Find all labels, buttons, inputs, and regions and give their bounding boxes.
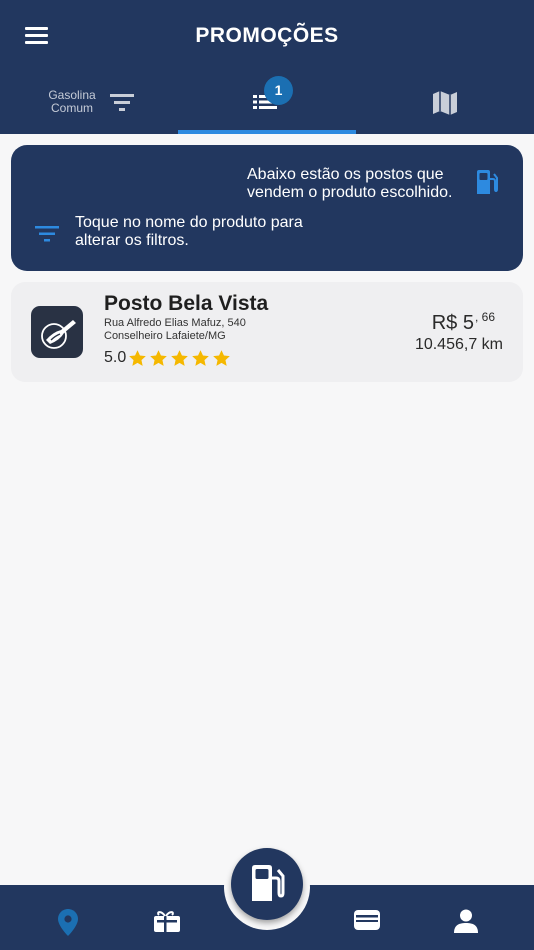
fuel-pump-icon — [252, 865, 285, 901]
station-address-line1: Rua Alfredo Elias Mafuz, 540 — [104, 317, 246, 329]
star-icon — [129, 349, 147, 366]
results-count-badge: 1 — [264, 76, 293, 105]
station-price: R$ 5, 66 — [431, 310, 495, 335]
price-main: R$ 5 — [431, 312, 474, 334]
nav-location[interactable] — [38, 885, 98, 950]
price-cents: , 66 — [474, 310, 495, 324]
station-name: Posto Bela Vista — [104, 292, 269, 315]
station-logo — [31, 306, 83, 358]
gift-card-icon — [154, 911, 180, 932]
tab-map[interactable] — [356, 72, 534, 134]
info-products-text: Abaixo estão os postos que vendem o prod… — [247, 166, 453, 201]
app-header: PROMOÇÕES Gasolina Comum 1 — [0, 0, 534, 134]
fab-cutout — [224, 844, 310, 930]
filter-icon — [110, 94, 134, 111]
star-icon — [192, 349, 210, 366]
info-banner: Abaixo estão os postos que vendem o prod… — [11, 145, 523, 271]
filter-icon — [35, 226, 59, 242]
user-icon — [454, 909, 478, 933]
tab-list[interactable]: 1 — [178, 72, 356, 134]
nav-profile[interactable] — [436, 885, 496, 950]
tab-bar: Gasolina Comum 1 — [0, 72, 534, 134]
nav-wallet[interactable] — [337, 885, 397, 950]
star-icon — [171, 349, 189, 366]
station-address-line2: Conselheiro Lafaiete/MG — [104, 330, 226, 342]
station-card[interactable]: Posto Bela Vista Rua Alfredo Elias Mafuz… — [11, 282, 523, 382]
map-icon — [433, 91, 457, 115]
station-distance: 10.456,7 km — [414, 336, 503, 353]
fuel-nozzle-logo-icon — [41, 320, 76, 349]
info-filters-text: Toque no nome do produto para alterar os… — [75, 214, 303, 249]
station-rating: 5.0 — [104, 348, 233, 368]
fuel-pump-icon — [477, 170, 498, 194]
nav-gift-card[interactable] — [137, 885, 197, 950]
rating-value: 5.0 — [104, 349, 127, 366]
star-icon — [150, 349, 168, 366]
tab-product-filter[interactable]: Gasolina Comum — [0, 72, 178, 134]
page-title: PROMOÇÕES — [195, 24, 339, 47]
active-tab-indicator — [178, 130, 356, 134]
location-pin-icon — [58, 909, 78, 936]
wallet-icon — [354, 910, 380, 930]
fuel-pump-button[interactable] — [231, 848, 303, 920]
star-icon — [213, 349, 231, 366]
selected-product-label: Gasolina Comum — [48, 88, 96, 115]
